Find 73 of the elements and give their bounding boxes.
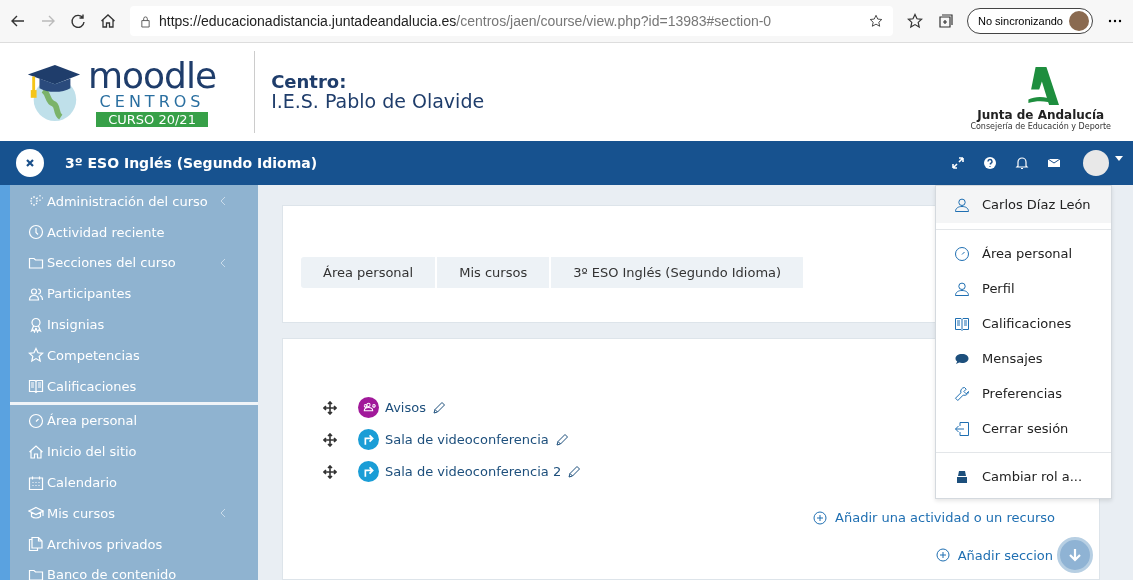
activity-link[interactable]: Avisos <box>385 400 426 415</box>
activity-link[interactable]: Sala de videoconferencia <box>385 432 549 447</box>
menu-item[interactable]: Perfil <box>936 271 1111 306</box>
pencil-icon[interactable] <box>431 400 446 415</box>
envelope-icon[interactable] <box>1047 156 1061 170</box>
sync-button[interactable]: No sincronizando <box>967 8 1093 34</box>
folder-icon <box>28 255 44 271</box>
chevron-left-icon <box>220 508 226 519</box>
caret-icon[interactable] <box>1115 155 1123 161</box>
files-icon <box>28 536 44 553</box>
forum-icon <box>358 397 379 418</box>
address-bar[interactable]: https://educacionadistancia.juntadeandalucia.es/centros/jaen/course/view.php?id=13983#section-0 <box>130 6 893 36</box>
logo-subtitle: CENTROS <box>99 93 205 110</box>
move-icon[interactable] <box>323 400 337 415</box>
close-icon <box>25 158 35 168</box>
help-icon[interactable] <box>983 156 997 170</box>
avatar-icon <box>1069 11 1089 31</box>
government-name: Junta de Andalucía <box>977 108 1105 122</box>
logo-title: moodle <box>88 57 217 94</box>
breadcrumb-link[interactable]: Mis cursos <box>437 256 552 288</box>
star-icon <box>28 347 44 364</box>
chevron-left-icon <box>220 258 226 268</box>
favorites-icon[interactable] <box>907 13 923 29</box>
users-icon <box>28 285 44 302</box>
pencil-icon[interactable] <box>567 464 582 479</box>
plus-circle-icon <box>935 548 950 562</box>
clock-icon <box>28 224 44 241</box>
close-drawer-button[interactable] <box>16 149 44 177</box>
menu-item[interactable]: Cambiar rol a... <box>936 459 1111 494</box>
school-name: I.E.S. Pablo de Olavide <box>271 91 485 113</box>
collections-icon[interactable] <box>937 13 953 29</box>
expand-icon[interactable] <box>951 156 965 170</box>
logo-badge: CURSO 20/21 <box>96 111 208 127</box>
calendar-icon <box>28 474 44 491</box>
move-icon[interactable] <box>323 464 337 479</box>
home-icon <box>28 443 44 460</box>
activity-link[interactable]: Sala de videoconferencia 2 <box>385 464 562 479</box>
breadcrumb-link[interactable]: 3º ESO Inglés (Segundo Idioma) <box>551 256 806 288</box>
chevron-left-icon <box>220 196 226 207</box>
move-icon[interactable] <box>323 432 337 447</box>
user-name-item[interactable]: Carlos Díaz León <box>936 186 1111 223</box>
user-avatar-icon[interactable] <box>1083 150 1109 176</box>
notification-bell-icon[interactable] <box>1015 156 1029 170</box>
government-subtitle: Consejería de Educación y Deporte <box>970 122 1111 131</box>
back-icon[interactable] <box>10 13 26 29</box>
lock-icon <box>140 14 151 28</box>
menu-item[interactable]: Mensajes <box>936 341 1111 376</box>
star-plus-icon[interactable] <box>869 14 883 28</box>
centro-label: Centro: <box>271 71 348 92</box>
plus-circle-icon <box>813 510 828 525</box>
gauge-icon <box>28 412 44 429</box>
medal-icon <box>28 316 44 333</box>
gauge-icon <box>954 245 970 262</box>
menu-item[interactable]: Cerrar sesión <box>936 411 1111 446</box>
course-title[interactable]: 3º ESO Inglés (Segundo Idioma) <box>65 155 318 171</box>
book-icon <box>28 378 44 395</box>
user-icon <box>954 196 970 213</box>
home-icon[interactable] <box>100 13 116 29</box>
arrow-down-icon <box>1067 547 1083 563</box>
menu-item[interactable]: Preferencias <box>936 376 1111 411</box>
menu-item[interactable]: Calificaciones <box>936 306 1111 341</box>
logout-icon <box>954 420 970 437</box>
add-activity-link[interactable]: Añadir una actividad o un recurso <box>323 510 1055 525</box>
user-icon <box>954 280 970 297</box>
pencil-icon[interactable] <box>554 432 569 447</box>
reload-icon[interactable] <box>70 13 86 29</box>
book-icon <box>954 315 970 332</box>
menu-item[interactable]: Área personal <box>936 236 1111 271</box>
add-section-link[interactable]: Añadir seccion <box>935 547 1053 563</box>
breadcrumb-link[interactable]: Área personal <box>301 256 438 288</box>
wrench-icon <box>954 385 970 402</box>
url-text: https://educacionadistancia.juntadeandalucia.es/centros/jaen/course/view.php?id=13983#section-0 <box>159 13 772 29</box>
graduation-cap-icon <box>28 505 44 522</box>
